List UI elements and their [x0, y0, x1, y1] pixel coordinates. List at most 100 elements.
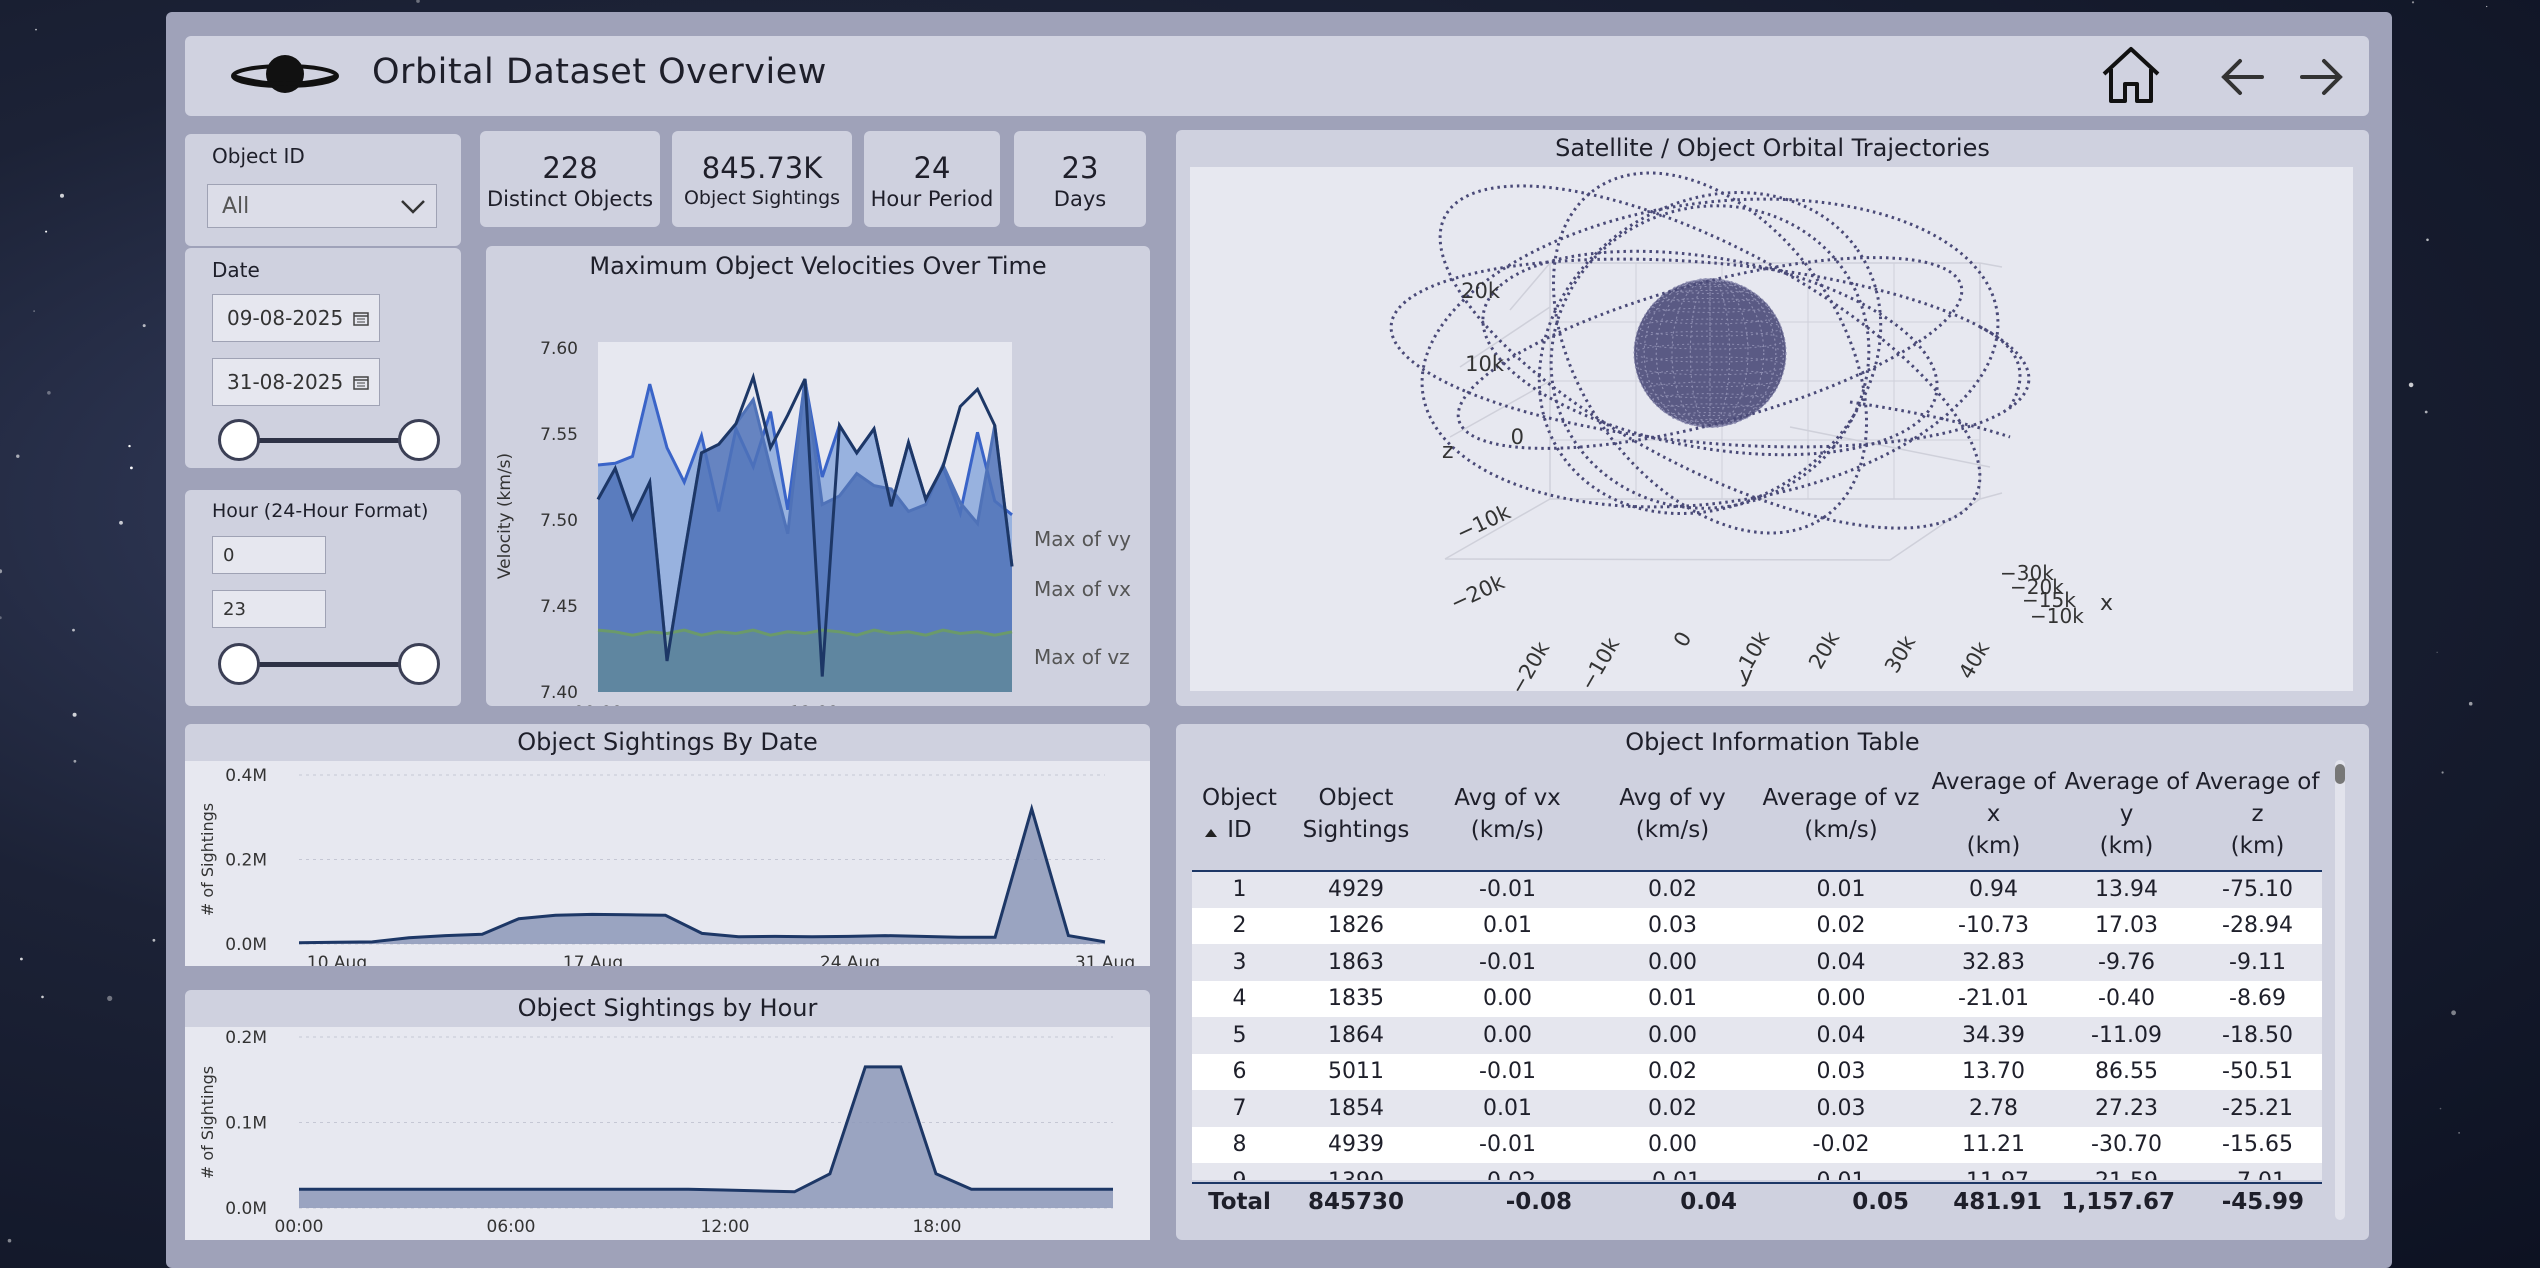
star: [119, 520, 123, 525]
hour-slider-start-handle[interactable]: [218, 643, 260, 685]
table-cell: 0.04: [1816, 949, 1866, 975]
kpi-value: 23: [1061, 151, 1099, 185]
calendar-icon[interactable]: [353, 374, 369, 390]
hour-end-input[interactable]: 23: [212, 590, 326, 628]
table-row[interactable]: 1 4929 -0.01 0.02 0.01 0.94 13.94 -75.10: [1192, 871, 2322, 908]
y-axis-label: # of Sightings: [198, 803, 217, 916]
arrow-left-icon[interactable]: [2218, 56, 2266, 98]
star: [128, 444, 131, 448]
table-scrollbar-thumb[interactable]: [2335, 764, 2345, 784]
table-cell: 17.03: [2095, 913, 2158, 939]
table-row[interactable]: 8 4939 -0.01 0.00 -0.02 11.21 -30.70 -15.65: [1192, 1126, 2322, 1163]
y-tick: −20k: [1505, 637, 1554, 691]
table-row[interactable]: 6 5011 -0.01 0.02 0.03 13.70 86.55 -50.51: [1192, 1053, 2322, 1090]
column-header[interactable]: Avg of vy (km/s): [1590, 762, 1755, 871]
table-cell: 0.00: [1648, 1132, 1697, 1158]
z-tick: 10k: [1465, 352, 1505, 376]
table-cell: 0.00: [1648, 949, 1697, 975]
y-tick: 0.4M: [225, 766, 267, 786]
table-cell: 0.03: [1816, 1059, 1866, 1085]
table-cell: -25.21: [2222, 1095, 2293, 1121]
star: [2458, 1132, 2461, 1134]
velocity-y-tick: 7.55: [540, 425, 578, 445]
star: [416, 0, 420, 3]
hour-slider-end-handle[interactable]: [398, 643, 440, 685]
table-cell: -50.51: [2222, 1059, 2293, 1085]
table-row[interactable]: 4 1835 0.00 0.01 0.00 -21.01 -0.40 -8.69: [1192, 980, 2322, 1017]
table-cell: 2: [1232, 913, 1247, 939]
sort-ascending-icon[interactable]: [1204, 828, 1218, 838]
star: [20, 957, 23, 961]
date-start-value: 09-08-2025: [227, 306, 344, 330]
object-id-value: All: [222, 193, 250, 219]
table-cell: 86.55: [2095, 1059, 2158, 1085]
table-scrollbar[interactable]: [2335, 760, 2345, 1220]
column-header[interactable]: Average of vz (km/s): [1755, 762, 1927, 871]
kpi-hour-period: 24 Hour Period: [864, 131, 1000, 227]
table-cell: -8.69: [2229, 986, 2286, 1012]
star: [2426, 238, 2429, 242]
star: [72, 712, 77, 717]
page-title: Orbital Dataset Overview: [372, 52, 827, 92]
table-cell: 21.59: [2060, 1163, 2193, 1180]
velocity-y-tick: 7.60: [540, 339, 578, 359]
column-header[interactable]: Object Sightings: [1287, 762, 1425, 871]
table-row[interactable]: 3 1863 -0.01 0.00 0.04 32.83 -9.76 -9.11: [1192, 944, 2322, 981]
table-cell: 4: [1232, 986, 1247, 1012]
legend-max-of-vx: Max of vx: [1034, 577, 1131, 601]
info-table: Object ID Object Sightings Avg of vx (km/s) Av…: [1192, 762, 2322, 1180]
planet-logo-icon: [231, 55, 339, 93]
table-cell: -0.02: [1812, 1132, 1870, 1158]
object-id-dropdown[interactable]: All: [207, 184, 437, 228]
table-cell: -0.01: [1590, 1163, 1755, 1180]
x-tick: 00:00: [275, 1217, 324, 1237]
date-slider-end-handle[interactable]: [398, 419, 440, 461]
trajectory-title: Satellite / Object Orbital Trajectories: [1555, 134, 1990, 162]
column-header[interactable]: Average of x (km): [1927, 762, 2060, 871]
calendar-icon[interactable]: [353, 310, 369, 326]
kpi-object-sightings: 845.73K Object Sightings: [672, 131, 852, 227]
sightings-line: [299, 1065, 1113, 1194]
sightings-area: [299, 808, 1105, 944]
date-slider-track[interactable]: [240, 438, 420, 443]
table-cell: 1390: [1287, 1163, 1425, 1180]
z-axis-label: z: [1442, 439, 1454, 464]
table-cell: 0.02: [1648, 1059, 1697, 1085]
table-cell: 34.39: [1962, 1022, 2025, 1048]
grid-line: [1979, 262, 2003, 268]
date-label: Date: [212, 258, 260, 282]
date-end-input[interactable]: 31-08-2025: [212, 358, 380, 406]
table-cell: -28.94: [2222, 913, 2293, 939]
sightings-area: [299, 1066, 1113, 1208]
table-row[interactable]: 2 1826 0.01 0.03 0.02 -10.73 17.03 -28.94: [1192, 907, 2322, 944]
arrow-right-icon[interactable]: [2298, 56, 2346, 98]
date-slider-start-handle[interactable]: [218, 419, 260, 461]
table-cell: 32.83: [1962, 949, 2025, 975]
x-tick: 12:00: [701, 1217, 750, 1237]
kpi-label: Distinct Objects: [486, 187, 654, 211]
z-tick: 0: [1511, 425, 1524, 449]
trajectory-3d-plot[interactable]: zyx20k10k0−10k−20k−20k −10k 0 10k 20k 30k 40k−…: [1190, 167, 2353, 698]
table-cell: 0.00: [1816, 986, 1866, 1012]
table-row[interactable]: 91390-0.02-0.010.01-11.9721.59-7.01: [1192, 1163, 2322, 1180]
table-row[interactable]: 5 1864 0.00 0.00 0.04 34.39 -11.09 -18.50: [1192, 1017, 2322, 1054]
table-row[interactable]: 7 1854 0.01 0.02 0.03 2.78 27.23 -25.21: [1192, 1090, 2322, 1127]
info-table-container[interactable]: Object ID Object Sightings Avg of vx (km/s) Av…: [1192, 762, 2322, 1180]
velocity-chart-title: Maximum Object Velocities Over Time: [589, 252, 1047, 280]
column-header[interactable]: Average of z (km): [2193, 762, 2322, 871]
table-cell: 4929: [1328, 877, 1384, 903]
table-cell: -21.01: [1958, 986, 2029, 1012]
hour-label: Hour (24-Hour Format): [212, 500, 429, 522]
y-tick: 40k: [1954, 637, 1995, 683]
velocity-x-tick: 00:00: [574, 703, 623, 706]
table-cell: -7.01: [2193, 1163, 2322, 1180]
hour-slider-track[interactable]: [240, 662, 420, 667]
hour-start-input[interactable]: 0: [212, 536, 326, 574]
column-header[interactable]: Average of y (km): [2060, 762, 2193, 871]
date-start-input[interactable]: 09-08-2025: [212, 294, 380, 342]
y-tick: 0: [1669, 628, 1696, 652]
home-icon[interactable]: [2098, 44, 2164, 106]
column-header[interactable]: Object ID: [1192, 762, 1287, 871]
column-header[interactable]: Avg of vx (km/s): [1425, 762, 1590, 871]
total-cell: 0.05: [1852, 1189, 1909, 1216]
